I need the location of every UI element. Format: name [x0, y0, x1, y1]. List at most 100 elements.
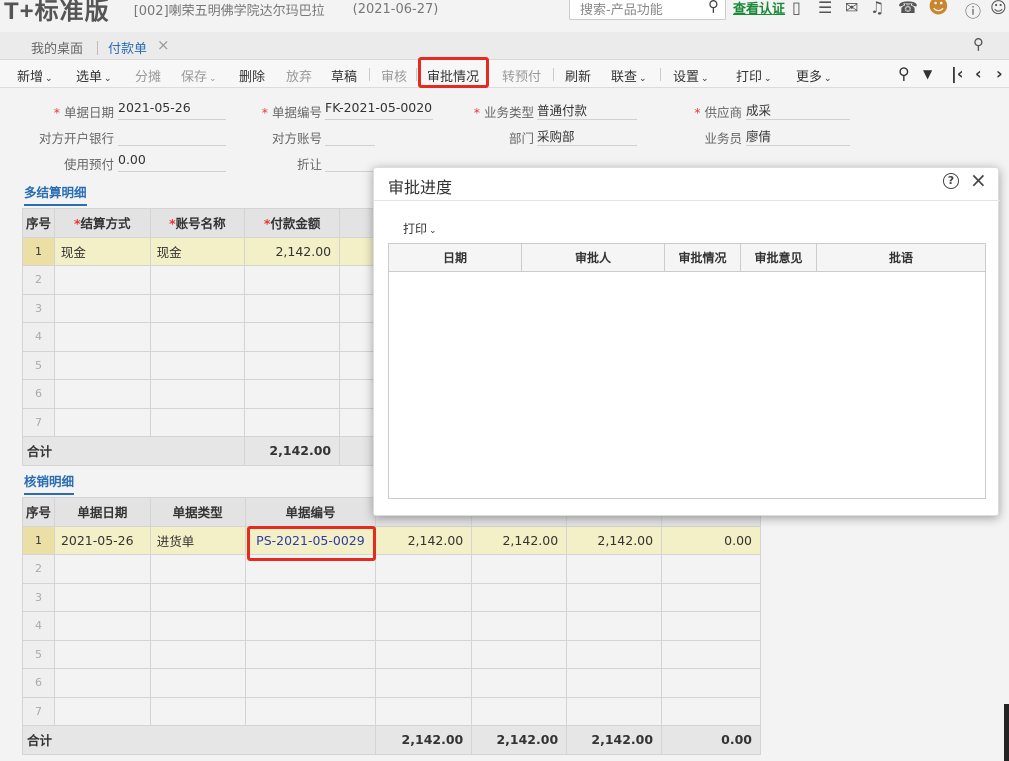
table-row[interactable]: 2	[22, 265, 374, 295]
table-row[interactable]: 3	[22, 293, 374, 323]
refresh-button[interactable]: 刷新	[565, 66, 591, 85]
table-row[interactable]: 6	[22, 668, 761, 698]
pick-order-button[interactable]: 选单 ⌄	[76, 66, 112, 85]
first-record-icon[interactable]: |‹	[951, 64, 963, 83]
table-row[interactable]: 7	[22, 696, 761, 726]
account-cell[interactable]	[149, 350, 246, 380]
settings-button[interactable]: 设置 ⌄	[673, 66, 709, 85]
account-cell[interactable]	[149, 293, 246, 323]
amount-cell[interactable]	[471, 639, 568, 669]
preview-icon[interactable]: ⚲	[898, 64, 910, 83]
tab-my-desktop[interactable]: 我的桌面	[31, 38, 83, 57]
method-cell[interactable]: 现金	[53, 236, 151, 266]
search-icon[interactable]: ⚲	[708, 0, 719, 15]
amount-cell[interactable]	[471, 696, 568, 726]
discount-field[interactable]	[325, 152, 375, 172]
type-cell[interactable]	[149, 668, 246, 698]
table-row[interactable]: 4	[22, 611, 761, 641]
discard-button[interactable]: 放弃	[286, 66, 312, 85]
table-row[interactable]: 5	[22, 639, 761, 669]
amount-cell[interactable]	[566, 611, 663, 641]
method-cell[interactable]	[53, 322, 151, 352]
amount-cell[interactable]	[471, 611, 568, 641]
doc-date-field[interactable]: 2021-05-26	[118, 100, 226, 120]
amount-cell[interactable]	[566, 554, 663, 584]
date-cell[interactable]	[53, 696, 151, 726]
avatar-monkey-icon[interactable]: ☻	[928, 0, 949, 18]
amount-cell[interactable]	[661, 611, 761, 641]
date-cell[interactable]	[53, 554, 151, 584]
checklist-icon[interactable]: ☰	[818, 0, 832, 17]
amount-cell[interactable]	[661, 582, 761, 612]
type-cell[interactable]	[149, 554, 246, 584]
amount-cell[interactable]	[244, 379, 341, 409]
amount-cell[interactable]	[661, 639, 761, 669]
view-certification-link[interactable]: 查看认证	[733, 0, 785, 17]
account-cell[interactable]	[149, 407, 246, 437]
settlement-detail-title[interactable]: 多结算明细	[24, 182, 87, 206]
account-cell[interactable]	[149, 379, 246, 409]
amount-cell[interactable]	[661, 554, 761, 584]
doc-no-cell[interactable]	[244, 611, 377, 641]
table-row[interactable]: 2	[22, 554, 761, 584]
type-cell[interactable]	[149, 582, 246, 612]
amount-cell[interactable]	[661, 696, 761, 726]
link-query-button[interactable]: 联查 ⌄	[611, 66, 647, 85]
save-button[interactable]: 保存 ⌄	[181, 66, 217, 85]
salesman-field[interactable]: 廖倩	[746, 126, 850, 146]
help-icon[interactable]: ?	[943, 173, 959, 189]
amount-cell[interactable]	[566, 582, 663, 612]
amount-cell[interactable]	[471, 582, 568, 612]
amount-cell[interactable]	[244, 350, 341, 380]
extra-cell[interactable]	[339, 379, 374, 409]
table-row[interactable]: 3	[22, 582, 761, 612]
type-cell[interactable]	[149, 639, 246, 669]
amount-cell[interactable]	[375, 582, 473, 612]
amount-cell[interactable]	[375, 611, 473, 641]
amount-cell[interactable]	[471, 668, 568, 698]
message-icon[interactable]: ✉	[845, 0, 858, 17]
close-icon[interactable]: ×	[970, 168, 987, 192]
amount-cell[interactable]	[244, 407, 341, 437]
writeoff-detail-title[interactable]: 核销明细	[24, 471, 75, 495]
new-button[interactable]: 新增 ⌄	[17, 66, 53, 85]
user-icon[interactable]: ☺	[990, 0, 1007, 17]
next-record-icon[interactable]: ›	[996, 64, 1003, 83]
account-cell[interactable]	[149, 322, 246, 352]
method-cell[interactable]	[53, 293, 151, 323]
prepay-used-field[interactable]: 0.00	[118, 152, 226, 172]
dept-field[interactable]: 采购部	[537, 126, 637, 146]
table-row[interactable]: 6	[22, 379, 374, 409]
extra-cell[interactable]	[339, 236, 374, 266]
split-button[interactable]: 分摊	[135, 66, 161, 85]
account-cell[interactable]	[149, 265, 246, 295]
account-field[interactable]	[325, 126, 375, 146]
prev-record-icon[interactable]: ‹	[975, 64, 982, 83]
table-row[interactable]: 1 现金 现金 2,142.00	[22, 236, 374, 266]
amount-cell[interactable]	[566, 668, 663, 698]
draft-button[interactable]: 草稿	[331, 66, 357, 85]
help-icon[interactable]: ⓘ	[965, 0, 981, 22]
extra-cell[interactable]	[339, 293, 374, 323]
date-cell[interactable]: 2021-05-26	[53, 525, 151, 555]
doc-no-cell[interactable]	[244, 582, 377, 612]
amount-cell[interactable]	[566, 696, 663, 726]
supplier-field[interactable]: 成采	[746, 100, 850, 120]
method-cell[interactable]	[53, 407, 151, 437]
table-row[interactable]: 1 2021-05-26 进货单 PS-2021-05-0029 2,142.0…	[22, 525, 761, 555]
amount-cell[interactable]: 2,142.00	[566, 525, 663, 555]
delete-button[interactable]: 删除	[239, 66, 265, 85]
date-cell[interactable]	[53, 582, 151, 612]
amount-cell[interactable]	[375, 639, 473, 669]
amount-cell[interactable]	[244, 293, 341, 323]
table-row[interactable]: 4	[22, 322, 374, 352]
type-cell[interactable]	[149, 696, 246, 726]
phone-icon[interactable]: ☎	[898, 0, 918, 17]
amount-cell[interactable]	[244, 265, 341, 295]
dialog-print-button[interactable]: 打印 ⌄	[403, 220, 437, 237]
extra-cell[interactable]	[339, 407, 374, 437]
account-cell[interactable]: 现金	[149, 236, 246, 266]
doc-no-field[interactable]: FK-2021-05-0020	[325, 100, 433, 120]
table-row[interactable]: 7	[22, 407, 374, 437]
tab-payment-voucher[interactable]: 付款单	[108, 38, 148, 62]
